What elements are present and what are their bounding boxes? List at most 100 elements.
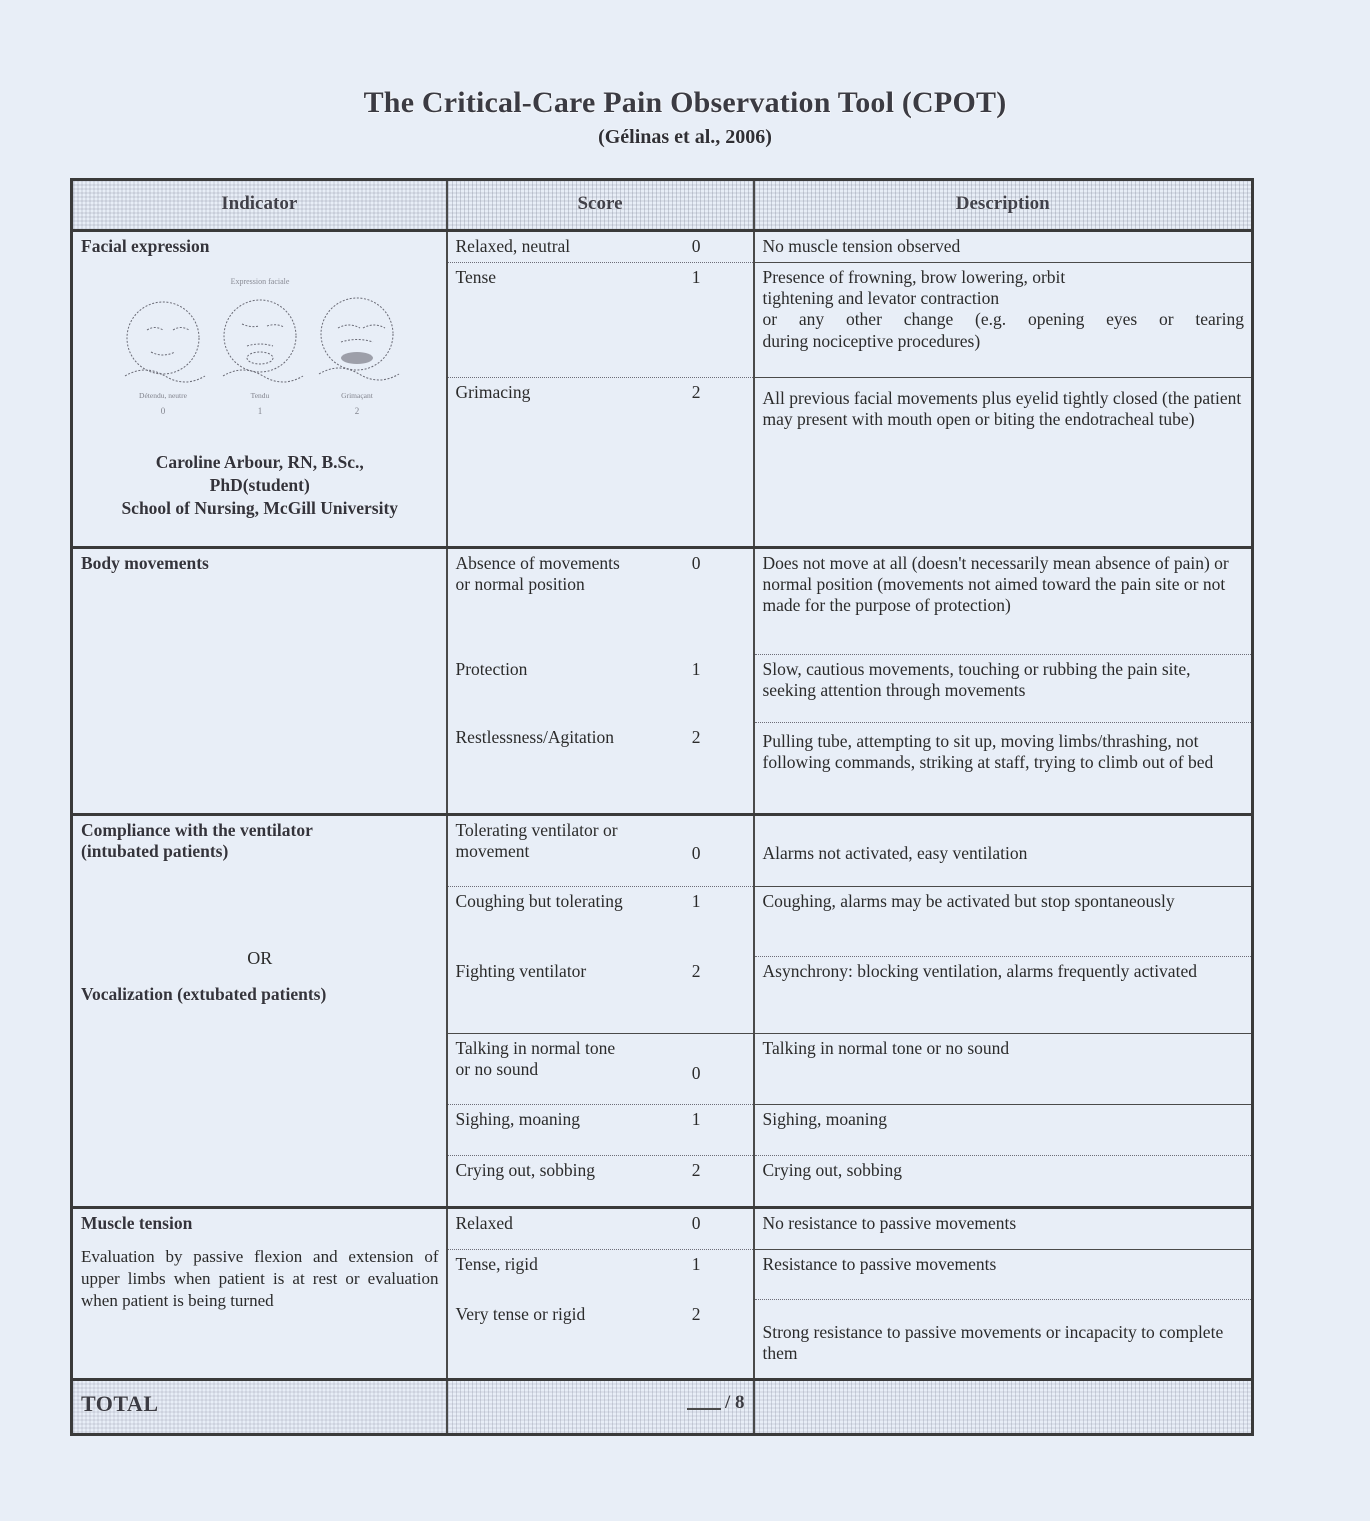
score-value: 0 [691,1062,701,1083]
score-value: 0 [691,842,701,863]
score-value: 2 [691,1159,701,1180]
score-cell: Tense 1 [445,261,754,378]
description-cell: Pulling tube, attempting to sit up, movi… [752,722,1254,815]
table-row: Muscle tension Evaluation by passive fle… [70,1205,1254,1380]
description-cell: All previous facial movements plus eyeli… [752,376,1254,548]
indicator-label: Facial expression [81,236,210,257]
indicator-cell-body-movements: Body movements [70,545,447,815]
total-score-cell[interactable]: / 8 [445,1377,754,1437]
total-label-cell: TOTAL [70,1377,447,1437]
description-cell: Talking in normal tone or no sound [752,1032,1254,1105]
score-label: Sighing, moaning [455,1108,580,1129]
score-label: Talking in normal tone or no sound [455,1037,616,1079]
score-label: Relaxed [455,1212,513,1233]
total-score-blank[interactable] [686,1407,721,1410]
score-value: 0 [691,1212,701,1233]
score-value: 1 [691,890,701,911]
indicator-cell-facial-expression: Facial expression Expression faciale Dét… [70,229,447,548]
indicator-label: Body movements [81,552,209,573]
description-cell: Slow, cautious movements, touching or ru… [752,654,1254,723]
svg-text:Détendu, neutre: Détendu, neutre [139,391,188,400]
credit-line: Caroline Arbour, RN, B.Sc., [155,451,364,472]
description-cell: Does not move at all (doesn't necessaril… [752,545,1254,655]
score-value: 0 [691,552,701,573]
cpot-table: Indicator Score Description Facial expre… [70,177,1254,1437]
description-cell: Sighing, moaning [752,1103,1254,1156]
score-cell: Fighting ventilator 2 [445,956,754,1034]
column-header-indicator: Indicator [70,177,447,231]
score-cell: Very tense or rigid 2 [445,1299,754,1380]
description-cell: Alarms not activated, easy ventilation [752,812,1254,887]
description-cell: Resistance to passive movements [752,1248,1254,1300]
score-cell: Crying out, sobbing 2 [445,1154,754,1208]
score-label: Tense, rigid [455,1253,538,1274]
table-row: Compliance with the ventilator (intubate… [70,812,1254,1208]
score-value: 1 [691,658,701,679]
score-label: Grimacing [455,381,531,402]
score-value: 1 [691,266,701,287]
score-value: 2 [691,381,701,402]
credit-line: PhD(student) [209,474,310,495]
score-cell: Grimacing 2 [445,376,754,548]
table-header-row: Indicator Score Description [70,177,1254,231]
table-row: Body movements Absence of movements or no… [70,545,1254,815]
score-label: Restlessness/Agitation [455,726,614,747]
score-cell: Protection 1 [445,654,754,723]
svg-text:Tendu: Tendu [250,391,269,400]
figure-credit: Caroline Arbour, RN, B.Sc., PhD(student)… [81,451,439,520]
score-cell: Tense, rigid 1 [445,1248,754,1300]
score-cell: Sighing, moaning 1 [445,1103,754,1156]
svg-text:1: 1 [258,406,263,416]
score-cell: Relaxed, neutral 0 [445,229,754,263]
score-value: 2 [691,960,701,981]
indicator-label: Compliance with the ventilator [81,819,313,840]
indicator-alt-label: Vocalization (extubated patients) [81,984,327,1005]
svg-text:Expression faciale: Expression faciale [230,277,289,286]
description-cell: Coughing, alarms may be activated but st… [752,885,1254,957]
score-label: Tense [455,266,497,287]
description-cell: Strong resistance to passive movements o… [752,1299,1254,1380]
indicator-note: Evaluation by passive flexion and extens… [81,1246,439,1311]
description-cell: Crying out, sobbing [752,1154,1254,1208]
total-max: / 8 [724,1391,745,1413]
page-subtitle: (Gélinas et al., 2006) [598,126,772,148]
score-cell: Relaxed 0 [445,1205,754,1250]
score-label: Relaxed, neutral [455,236,571,257]
svg-text:0: 0 [161,406,166,416]
description-cell: Presence of frowning, brow lowering, orb… [752,261,1254,378]
page-title: The Critical-Care Pain Observation Tool … [363,86,1007,119]
score-cell: Talking in normal tone or no sound 0 [445,1032,754,1105]
score-value: 2 [691,726,701,747]
score-label: Very tense or rigid [455,1303,586,1324]
score-label: Coughing but tolerating [455,890,623,911]
total-empty-cell [752,1377,1254,1437]
indicator-label: Muscle tension [81,1212,193,1233]
score-label: Tolerating ventilator or movement [455,819,618,861]
score-label: Crying out, sobbing [455,1159,596,1180]
svg-text:Grimaçant: Grimaçant [341,391,374,400]
total-label: TOTAL [81,1390,159,1416]
description-cell: No muscle tension observed [752,229,1254,263]
indicator-or-separator: OR [247,948,273,969]
indicator-sublabel: (intubated patients) [81,840,229,861]
three-faces-sketch-icon: Expression faciale Détendu, neutre Tendu… [124,277,400,416]
score-cell: Tolerating ventilator or movement 0 [445,812,754,887]
credit-line: School of Nursing, McGill University [121,497,399,518]
score-label: Absence of movements or normal position [455,552,620,594]
description-cell: No resistance to passive movements [752,1205,1254,1250]
total-row: TOTAL / 8 [70,1377,1254,1437]
indicator-cell-compliance-ventilator: Compliance with the ventilator (intubate… [70,812,447,1208]
indicator-cell-muscle-tension: Muscle tension Evaluation by passive fle… [70,1205,447,1380]
document-header: The Critical-Care Pain Observation Tool … [0,0,1370,149]
facial-expression-figure: Expression faciale Détendu, neutre Tendu… [95,272,425,437]
description-cell: Asynchrony: blocking ventilation, alarms… [752,956,1254,1034]
score-value: 2 [691,1303,701,1324]
score-value: 1 [691,1108,701,1129]
table-row: Facial expression Expression faciale Dét… [70,229,1254,548]
score-label: Protection [455,658,528,679]
score-value: 1 [691,1253,701,1274]
score-cell: Absence of movements or normal position 0 [445,545,754,655]
svg-text:2: 2 [355,406,360,416]
score-cell: Restlessness/Agitation 2 [445,722,754,815]
score-label: Fighting ventilator [455,960,587,981]
